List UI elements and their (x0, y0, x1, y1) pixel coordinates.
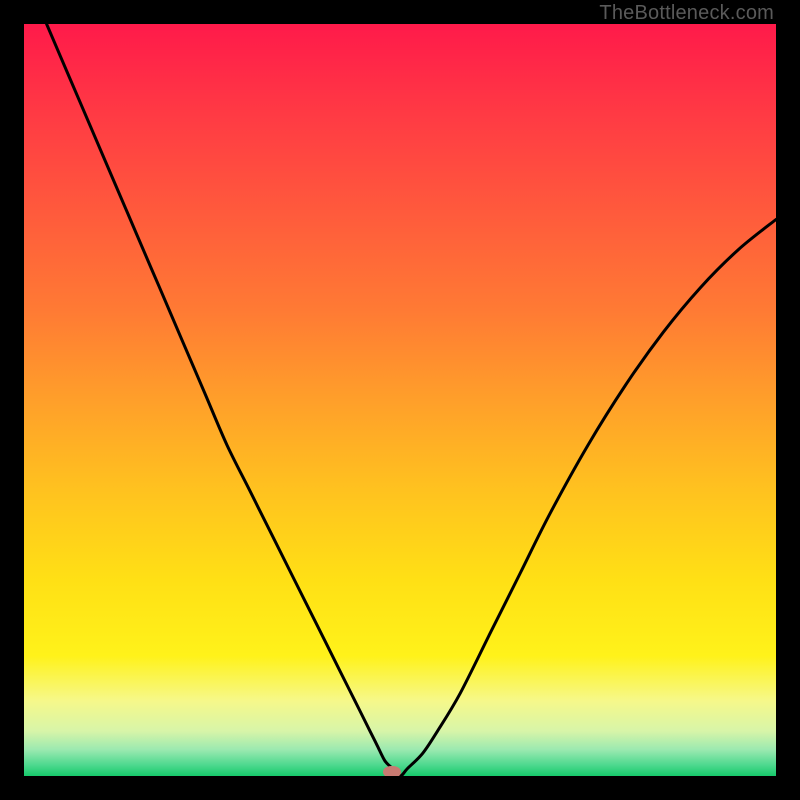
optimal-point-marker (383, 766, 401, 776)
watermark-text: TheBottleneck.com (599, 2, 774, 25)
outer-frame: TheBottleneck.com (0, 0, 800, 800)
bottleneck-curve (24, 24, 776, 776)
plot-area (24, 24, 776, 776)
